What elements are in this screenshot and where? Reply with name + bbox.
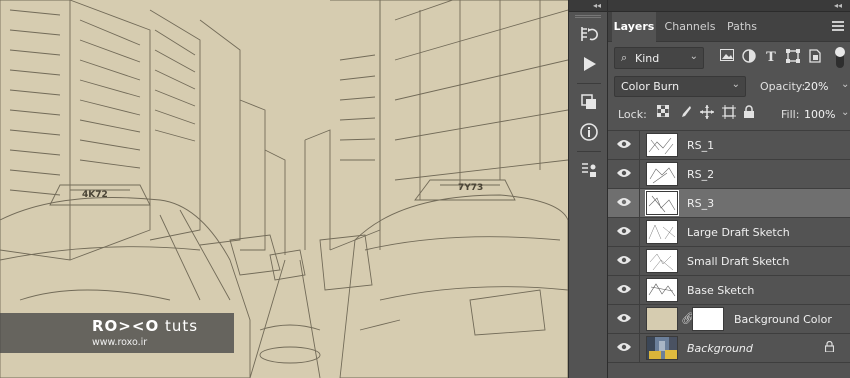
history-icon[interactable] [578,24,600,46]
layer-row[interactable]: Background [608,334,850,363]
eye-icon [617,140,631,148]
visibility-toggle[interactable] [608,131,640,159]
layer-row[interactable]: RS_1 [608,131,850,160]
layer-thumbnail[interactable] [646,220,678,244]
layer-row[interactable]: 🔗︎ Background Color [608,305,850,334]
layer-thumbnail[interactable] [646,162,678,186]
watermark-title: RO><O tuts [92,317,199,335]
image-filter-icon[interactable] [718,49,736,67]
watermark-banner: RO><O tuts www.roxo.ir [0,313,234,353]
type-filter-icon[interactable]: T [762,49,780,67]
adjustment-filter-icon[interactable] [740,49,758,67]
visibility-toggle[interactable] [608,247,640,275]
filter-kind-value: Kind [635,52,660,65]
layers-list: RS_1 RS_2 RS_3 Large Draft Sketch Small … [608,130,850,363]
chevron-down-icon: ⌄ [689,51,698,62]
dock-grip[interactable] [575,15,601,18]
tab-paths[interactable]: Paths [722,12,762,42]
visibility-toggle[interactable] [608,218,640,246]
taxi-plate-right: 7Y73 [458,183,483,193]
layer-name[interactable]: Large Draft Sketch [687,226,790,239]
eye-icon [617,256,631,264]
eye-icon [617,314,631,322]
opacity-label: Opacity: [760,80,806,93]
lock-transparent-pixels-icon[interactable] [654,104,672,123]
layers-panel: ◂◂ Layers Channels Paths ⌕ Kind ⌄ T Colo… [608,0,850,378]
info-icon[interactable] [578,122,600,144]
tab-layers[interactable]: Layers [612,12,656,42]
panel-tabs: Layers Channels Paths [608,12,850,42]
lock-image-pixels-icon[interactable] [676,105,694,123]
panel-collapse-bar[interactable]: ◂◂ [608,0,850,12]
layer-thumbnail[interactable] [646,278,678,302]
layer-mask-thumbnail[interactable] [692,307,724,331]
visibility-toggle[interactable] [608,305,640,333]
fill-label: Fill: [781,108,800,121]
layer-name[interactable]: Background Color [734,313,832,326]
lock-row: Lock: Fill: 100% ⌄ [614,103,850,127]
layer-name[interactable]: Small Draft Sketch [687,255,789,268]
opacity-chevron-icon[interactable]: ⌄ [841,79,849,90]
lock-position-icon[interactable] [698,105,716,123]
layer-thumbnail[interactable] [646,336,678,360]
visibility-toggle[interactable] [608,189,640,217]
fill-chevron-icon[interactable]: ⌄ [841,107,849,118]
smart-object-filter-icon[interactable] [806,49,824,67]
layer-row[interactable]: Large Draft Sketch [608,218,850,247]
panel-dock-strip: ◂◂ [568,0,608,378]
eye-icon [617,169,631,177]
layer-name[interactable]: Background [687,342,753,355]
blend-mode-value: Color Burn [621,80,680,93]
play-action-icon[interactable] [578,54,600,76]
document-canvas[interactable]: 4K72 7Y73 RO><O tuts www.roxo.ir [0,0,568,378]
lock-artboard-icon[interactable] [720,105,738,123]
eye-icon [617,198,631,206]
layer-thumbnail[interactable] [646,249,678,273]
visibility-toggle[interactable] [608,160,640,188]
lock-icon [824,340,835,355]
layer-name[interactable]: Base Sketch [687,284,754,297]
fill-input[interactable]: 100% [804,108,835,121]
taxi-plate-left: 4K72 [82,190,108,200]
lock-label: Lock: [618,108,647,121]
panel-menu-icon[interactable] [832,21,844,31]
chevron-down-icon: ⌄ [731,79,740,90]
filter-toggle[interactable] [835,47,845,68]
layer-name[interactable]: RS_1 [687,139,714,152]
eye-icon [617,227,631,235]
clone-source-icon[interactable] [578,160,600,182]
blend-row: Color Burn ⌄ Opacity: 20% ⌄ [614,75,850,99]
layer-thumbnail[interactable] [645,190,679,216]
layer-row[interactable]: Small Draft Sketch [608,247,850,276]
tool-divider [577,83,601,84]
tool-divider [577,151,601,152]
dock-collapse-bar[interactable]: ◂◂ [569,0,607,12]
blend-mode-dropdown[interactable]: Color Burn ⌄ [614,76,746,97]
shape-filter-icon[interactable] [784,49,802,67]
collapse-arrows-icon[interactable]: ◂◂ [834,0,842,11]
filter-kind-dropdown[interactable]: ⌕ Kind ⌄ [614,47,704,69]
collapse-arrows-icon[interactable]: ◂◂ [593,0,601,11]
tab-channels[interactable]: Channels [660,12,720,42]
layer-row[interactable]: RS_3 [608,189,850,218]
layer-thumbnail[interactable] [646,133,678,157]
eye-icon [617,343,631,351]
opacity-input[interactable]: 20% [804,80,828,93]
layer-comps-icon[interactable] [578,92,600,114]
layer-name[interactable]: RS_2 [687,168,714,181]
lock-all-icon[interactable] [740,105,758,123]
search-icon: ⌕ [621,51,628,64]
eye-icon [617,285,631,293]
layer-row[interactable]: RS_2 [608,160,850,189]
visibility-toggle[interactable] [608,334,640,362]
watermark-url: www.roxo.ir [92,337,148,348]
visibility-toggle[interactable] [608,276,640,304]
layer-name[interactable]: RS_3 [687,197,714,210]
layer-row[interactable]: Base Sketch [608,276,850,305]
fill-layer-swatch[interactable] [646,307,678,331]
layer-filter-row: ⌕ Kind ⌄ T [614,46,850,70]
